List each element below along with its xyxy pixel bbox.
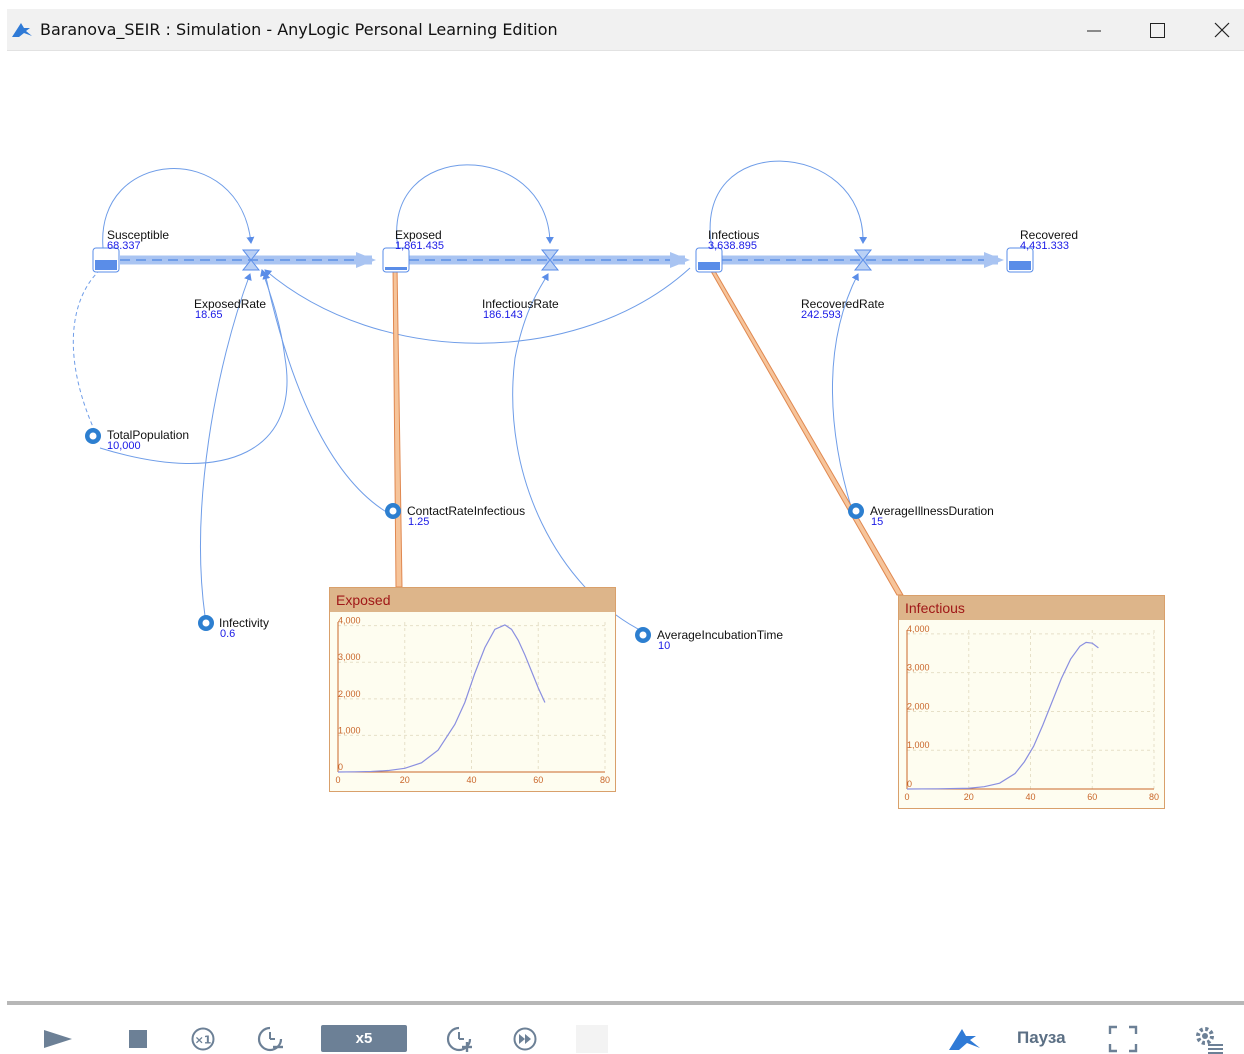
stop-icon[interactable] xyxy=(128,1029,148,1049)
x-tick-label: 60 xyxy=(533,775,543,785)
x-tick-label: 0 xyxy=(335,775,340,785)
stock-value-exposed: 1,861.435 xyxy=(395,240,444,252)
stock-value-recovered: 4,431.333 xyxy=(1020,240,1069,252)
chart-title: Exposed xyxy=(330,588,615,612)
window-titlebar: Baranova_SEIR : Simulation - AnyLogic Pe… xyxy=(0,0,1244,58)
chart-title: Infectious xyxy=(899,596,1164,620)
parameter-icon[interactable] xyxy=(198,615,214,631)
y-tick-label: 0 xyxy=(338,762,343,772)
y-tick-label: 4,000 xyxy=(338,616,361,626)
x-tick-label: 20 xyxy=(964,792,974,802)
param-value-illness-duration: 15 xyxy=(871,516,884,528)
param-value-total-population: 10,000 xyxy=(107,440,141,452)
y-tick-label: 3,000 xyxy=(338,652,361,662)
param-label-illness-duration: AverageIllnessDuration xyxy=(870,504,994,518)
model-diagram-links xyxy=(72,160,1034,643)
anylogic-app-icon xyxy=(12,23,32,37)
y-tick-label: 3,000 xyxy=(907,663,930,673)
stock-value-infectious: 3,638.895 xyxy=(708,240,757,252)
param-value-contact-rate: 1.25 xyxy=(408,516,430,528)
chart-exposed[interactable]: Exposed 0 20 40 60 80 0 1,000 2,000 3,000 4,000 xyxy=(329,587,616,792)
y-tick-label: 0 xyxy=(907,779,912,789)
maximize-icon xyxy=(1150,23,1165,38)
chart-plot-area: 0 20 40 60 80 0 1,000 2,000 3,000 4,000 xyxy=(335,616,610,785)
parameter-icon[interactable] xyxy=(635,627,651,643)
x-tick-label: 0 xyxy=(904,792,909,802)
minimize-icon xyxy=(1087,30,1101,32)
model-canvas: Susceptible 68.337 Exposed 1,861.435 Inf… xyxy=(0,58,1244,998)
x-tick-label: 40 xyxy=(466,775,476,785)
settings-icon[interactable] xyxy=(1192,1024,1226,1054)
pause-label[interactable]: Пауза xyxy=(1017,1028,1066,1048)
parameter-icon[interactable] xyxy=(848,503,864,519)
chart-plot-area: 0 20 40 60 80 0 1,000 2,000 3,000 4,000 xyxy=(904,624,1159,802)
param-value-infectivity: 0.6 xyxy=(220,628,236,640)
slow-down-icon[interactable] xyxy=(256,1025,284,1053)
x-tick-label: 60 xyxy=(1087,792,1097,802)
chart-infectious[interactable]: Infectious 0 20 40 60 80 0 1,000 2,000 3,000 4,00… xyxy=(898,595,1165,809)
toolbar-divider xyxy=(7,1001,1244,1005)
maximize-button[interactable] xyxy=(1135,12,1179,48)
speed-indicator[interactable]: x5 xyxy=(321,1025,407,1052)
param-label-incubation-time: AverageIncubationTime xyxy=(657,628,784,642)
y-tick-label: 2,000 xyxy=(907,701,930,711)
flow-value-recovered-rate: 242.593 xyxy=(801,309,841,321)
disabled-button xyxy=(576,1025,608,1053)
x1-icon[interactable]: ×1 xyxy=(190,1026,216,1052)
x-tick-label: 20 xyxy=(400,775,410,785)
parameter-icon[interactable] xyxy=(385,503,401,519)
series-line xyxy=(906,641,1099,790)
close-button[interactable] xyxy=(1200,12,1244,48)
y-tick-label: 1,000 xyxy=(338,725,361,735)
flow-value-exposed-rate: 18.65 xyxy=(195,309,223,321)
x-tick-label: 80 xyxy=(600,775,610,785)
parameter-icon[interactable] xyxy=(85,428,101,444)
speed-up-icon[interactable] xyxy=(445,1025,475,1053)
param-value-incubation-time: 10 xyxy=(658,640,671,652)
close-icon xyxy=(1214,22,1230,38)
y-tick-label: 1,000 xyxy=(907,740,930,750)
window-title: Baranova_SEIR : Simulation - AnyLogic Pe… xyxy=(40,20,558,39)
y-tick-label: 2,000 xyxy=(338,689,361,699)
minimize-button[interactable] xyxy=(1072,12,1116,48)
x-tick-label: 40 xyxy=(1025,792,1035,802)
y-tick-label: 4,000 xyxy=(907,624,930,634)
anylogic-logo-icon[interactable] xyxy=(946,1025,986,1053)
flow-value-infectious-rate: 186.143 xyxy=(483,309,523,321)
svg-text:×1: ×1 xyxy=(195,1034,212,1047)
simulation-toolbar: ×1 x5 Пауза xyxy=(0,998,1244,1054)
x-tick-label: 80 xyxy=(1149,792,1159,802)
play-icon[interactable] xyxy=(42,1028,74,1050)
stock-value-susceptible: 68.337 xyxy=(107,240,141,252)
fast-forward-icon[interactable] xyxy=(512,1026,538,1052)
fullscreen-icon[interactable] xyxy=(1107,1024,1139,1054)
